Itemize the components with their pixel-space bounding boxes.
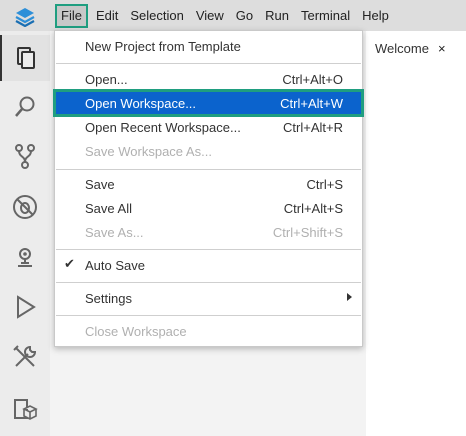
menu-item-open-recent-workspace[interactable]: Open Recent Workspace... Ctrl+Alt+R bbox=[55, 115, 362, 139]
tools-icon[interactable] bbox=[0, 334, 50, 380]
close-icon[interactable]: × bbox=[438, 41, 446, 56]
file-menu-dropdown: New Project from Template Open... Ctrl+A… bbox=[53, 30, 364, 347]
menu-separator bbox=[56, 282, 361, 283]
tab-welcome[interactable]: Welcome × bbox=[366, 31, 466, 65]
search-icon[interactable] bbox=[0, 84, 50, 130]
app-logo-icon bbox=[0, 0, 50, 31]
welcome-editor-panel bbox=[366, 31, 466, 436]
menu-item-save-as: Save As... Ctrl+Shift+S bbox=[85, 224, 343, 240]
menu-view[interactable]: View bbox=[190, 4, 230, 28]
activity-bar bbox=[0, 31, 50, 436]
menu-go[interactable]: Go bbox=[230, 4, 259, 28]
debug-icon[interactable] bbox=[0, 184, 50, 230]
menu-selection[interactable]: Selection bbox=[124, 4, 189, 28]
source-control-icon[interactable] bbox=[0, 133, 50, 179]
menu-terminal[interactable]: Terminal bbox=[295, 4, 356, 28]
menu-item-auto-save[interactable]: ✔ Auto Save bbox=[55, 253, 362, 277]
menu-item-save[interactable]: Save Ctrl+S bbox=[55, 172, 362, 196]
explorer-icon[interactable] bbox=[0, 35, 50, 81]
menu-item-close-workspace: Close Workspace bbox=[85, 323, 187, 339]
menu-separator bbox=[56, 169, 361, 170]
menu-edit[interactable]: Edit bbox=[90, 4, 124, 28]
menu-item-open[interactable]: Open... Ctrl+Alt+O bbox=[55, 67, 362, 91]
tab-bar: Welcome × bbox=[366, 31, 466, 65]
menu-separator bbox=[56, 63, 361, 64]
menu-separator bbox=[56, 249, 361, 250]
extensions-icon[interactable] bbox=[0, 386, 50, 432]
menu-file[interactable]: File bbox=[55, 3, 88, 28]
remote-icon[interactable] bbox=[0, 235, 50, 281]
menubar: File Edit Selection View Go Run Terminal… bbox=[0, 0, 466, 31]
menu-run[interactable]: Run bbox=[259, 4, 295, 28]
menu-item-new-project[interactable]: New Project from Template bbox=[55, 34, 362, 58]
run-icon[interactable] bbox=[0, 284, 50, 330]
tab-label: Welcome bbox=[375, 40, 429, 56]
menu-item-settings[interactable]: Settings bbox=[55, 286, 362, 310]
menu-help[interactable]: Help bbox=[356, 4, 395, 28]
chevron-right-icon bbox=[347, 293, 352, 301]
menu-item-open-workspace[interactable]: Open Workspace... Ctrl+Alt+W bbox=[53, 89, 364, 117]
menu-separator bbox=[56, 315, 361, 316]
checkmark-icon: ✔ bbox=[64, 256, 75, 271]
menu-item-save-all[interactable]: Save All Ctrl+Alt+S bbox=[55, 196, 362, 220]
menu-item-save-workspace-as: Save Workspace As... bbox=[85, 143, 212, 159]
